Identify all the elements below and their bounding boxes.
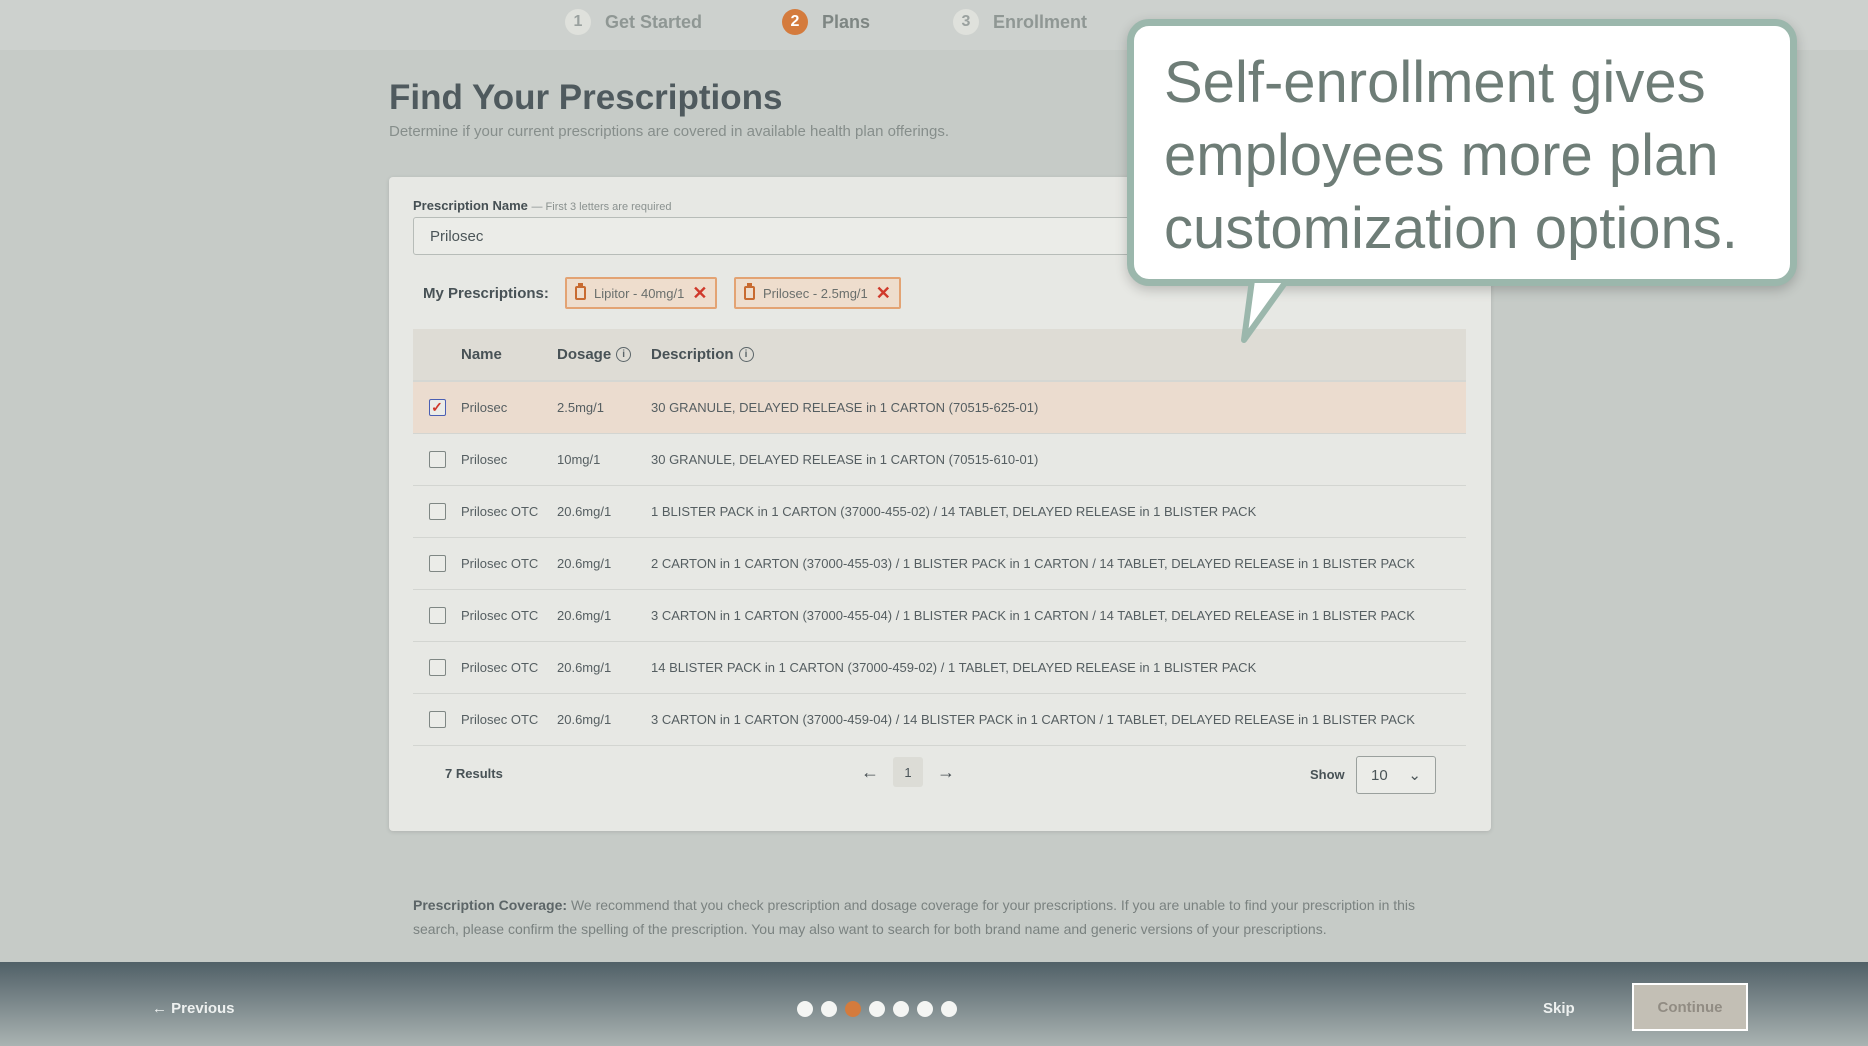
show-label: Show bbox=[1310, 767, 1345, 782]
row-checkbox-cell bbox=[413, 607, 461, 624]
callout-pointer bbox=[1241, 280, 1290, 343]
table-row[interactable]: Prilosec OTC 20.6mg/1 1 BLISTER PACK in 1 … bbox=[413, 486, 1466, 538]
row-checkbox-cell bbox=[413, 555, 461, 572]
progress-dot bbox=[917, 1001, 933, 1017]
column-header-dosage: Dosage i bbox=[557, 346, 651, 363]
row-checkbox[interactable]: ✓ bbox=[428, 399, 446, 416]
row-checkbox[interactable] bbox=[428, 555, 446, 572]
search-field-label: Prescription Name — First 3 letters are … bbox=[413, 198, 672, 213]
step-plans[interactable]: 2 Plans bbox=[782, 8, 870, 36]
cell-description: 3 CARTON in 1 CARTON (37000-459-04) / 14… bbox=[651, 712, 1415, 727]
progress-dot bbox=[893, 1001, 909, 1017]
cell-dosage: 20.6mg/1 bbox=[557, 660, 612, 675]
cell-description: 1 BLISTER PACK in 1 CARTON (37000-455-02… bbox=[651, 504, 1257, 519]
page-subtitle: Determine if your current prescriptions … bbox=[389, 123, 950, 140]
step-get-started[interactable]: 1 Get Started bbox=[565, 8, 702, 36]
clipboard-icon bbox=[575, 283, 586, 300]
column-header-dosage-label: Dosage bbox=[557, 346, 612, 363]
table-row[interactable]: Prilosec OTC 20.6mg/1 3 CARTON in 1 CARTON… bbox=[413, 694, 1466, 746]
info-icon[interactable]: i bbox=[738, 347, 754, 362]
column-header-description-label: Description bbox=[651, 346, 734, 363]
cell-dosage: 20.6mg/1 bbox=[557, 608, 612, 623]
row-checkbox-cell: ✓ bbox=[413, 399, 461, 416]
clipboard-icon bbox=[744, 283, 755, 300]
coverage-note: Prescription Coverage: We recommend that… bbox=[413, 893, 1453, 941]
callout-box: Self-enrollment gives employees more pla… bbox=[1127, 19, 1797, 286]
row-checkbox[interactable] bbox=[428, 659, 446, 676]
prescription-chip: Prilosec - 2.5mg/1 ✕ bbox=[734, 277, 901, 309]
cell-description: 3 CARTON in 1 CARTON (37000-455-04) / 1 … bbox=[651, 608, 1415, 623]
progress-dot bbox=[797, 1001, 813, 1017]
prescription-results-table: Name Dosage i Description i ✓ Prilosec 2.5… bbox=[413, 329, 1466, 746]
chip-label: Prilosec - 2.5mg/1 bbox=[763, 285, 868, 301]
cell-description: 2 CARTON in 1 CARTON (37000-455-03) / 1 … bbox=[651, 556, 1415, 571]
row-checkbox[interactable] bbox=[428, 503, 446, 520]
row-checkbox[interactable] bbox=[428, 711, 446, 728]
progress-dot bbox=[845, 1001, 861, 1017]
cell-name: Prilosec OTC bbox=[461, 660, 539, 675]
previous-button[interactable]: ← Previous bbox=[152, 1000, 235, 1017]
progress-dots bbox=[797, 1001, 957, 1017]
continue-button[interactable]: Continue bbox=[1632, 983, 1748, 1031]
callout-text: Self-enrollment gives employees more pla… bbox=[1164, 50, 1738, 261]
cell-description: 30 GRANULE, DELAYED RELEASE in 1 CARTON … bbox=[651, 400, 1039, 415]
cell-name: Prilosec OTC bbox=[461, 608, 539, 623]
cell-dosage: 20.6mg/1 bbox=[557, 504, 612, 519]
step-label: Plans bbox=[822, 11, 871, 32]
step-number: 3 bbox=[953, 9, 979, 35]
table-row[interactable]: Prilosec OTC 20.6mg/1 2 CARTON in 1 CARTON… bbox=[413, 538, 1466, 590]
column-header-name: Name bbox=[461, 346, 502, 363]
step-label: Get Started bbox=[605, 11, 703, 32]
cell-dosage: 20.6mg/1 bbox=[557, 712, 612, 727]
cell-dosage: 20.6mg/1 bbox=[557, 556, 612, 571]
progress-dot bbox=[869, 1001, 885, 1017]
cell-description: 30 GRANULE, DELAYED RELEASE in 1 CARTON … bbox=[651, 452, 1039, 467]
progress-dot bbox=[941, 1001, 957, 1017]
step-number: 1 bbox=[565, 9, 591, 35]
remove-icon[interactable]: ✕ bbox=[692, 284, 707, 302]
step-label: Enrollment bbox=[993, 11, 1088, 32]
page-title: Find Your Prescriptions bbox=[389, 78, 783, 117]
page-size-value: 10 bbox=[1371, 766, 1388, 784]
remove-icon[interactable]: ✕ bbox=[876, 284, 891, 302]
page-number-button[interactable]: 1 bbox=[893, 757, 923, 787]
pagination: ← 1 → bbox=[861, 757, 955, 787]
coverage-note-label: Prescription Coverage: bbox=[413, 897, 568, 913]
step-enrollment[interactable]: 3 Enrollment bbox=[953, 8, 1087, 36]
table-row[interactable]: Prilosec OTC 20.6mg/1 14 BLISTER PACK in 1… bbox=[413, 642, 1466, 694]
search-label-text: Prescription Name bbox=[413, 198, 528, 213]
table-row[interactable]: Prilosec OTC 20.6mg/1 3 CARTON in 1 CARTON… bbox=[413, 590, 1466, 642]
cell-name: Prilosec OTC bbox=[461, 504, 539, 519]
row-checkbox-cell bbox=[413, 503, 461, 520]
table-body: ✓ Prilosec 2.5mg/1 30 GRANULE, DELAYED RELE… bbox=[413, 382, 1466, 746]
table-row[interactable]: ✓ Prilosec 2.5mg/1 30 GRANULE, DELAYED RELE… bbox=[413, 382, 1466, 434]
row-checkbox-cell bbox=[413, 711, 461, 728]
page-size-select[interactable]: 10 ⌄ bbox=[1356, 756, 1436, 794]
cell-name: Prilosec OTC bbox=[461, 712, 539, 727]
row-checkbox[interactable] bbox=[428, 451, 446, 468]
chip-label: Lipitor - 40mg/1 bbox=[594, 285, 685, 301]
row-checkbox-cell bbox=[413, 451, 461, 468]
info-icon[interactable]: i bbox=[616, 347, 632, 362]
skip-button[interactable]: Skip bbox=[1543, 1000, 1575, 1017]
row-checkbox-cell bbox=[413, 659, 461, 676]
table-row[interactable]: Prilosec 10mg/1 30 GRANULE, DELAYED RELEAS… bbox=[413, 434, 1466, 486]
prescription-chip: Lipitor - 40mg/1 ✕ bbox=[565, 277, 718, 309]
cell-name: Prilosec bbox=[461, 400, 508, 415]
cell-dosage: 10mg/1 bbox=[557, 452, 601, 467]
row-checkbox[interactable] bbox=[428, 607, 446, 624]
my-prescriptions-label: My Prescriptions: bbox=[423, 285, 549, 302]
previous-page-arrow-icon[interactable]: ← bbox=[861, 762, 879, 783]
results-count: 7 Results bbox=[445, 766, 503, 781]
progress-dot bbox=[821, 1001, 837, 1017]
cell-description: 14 BLISTER PACK in 1 CARTON (37000-459-0… bbox=[651, 660, 1257, 675]
column-header-description: Description i bbox=[651, 346, 1466, 363]
cell-name: Prilosec bbox=[461, 452, 508, 467]
search-hint: — First 3 letters are required bbox=[531, 201, 672, 213]
cell-dosage: 2.5mg/1 bbox=[557, 400, 604, 415]
next-page-arrow-icon[interactable]: → bbox=[937, 762, 955, 783]
chevron-down-icon: ⌄ bbox=[1408, 767, 1421, 784]
step-number: 2 bbox=[782, 9, 808, 35]
cell-name: Prilosec OTC bbox=[461, 556, 539, 571]
